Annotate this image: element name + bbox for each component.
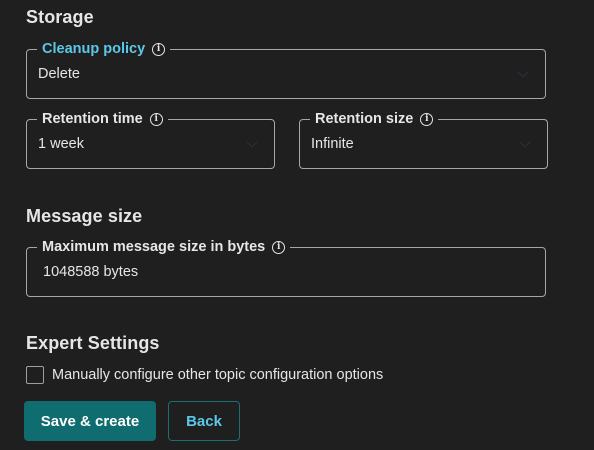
cleanup-policy-label: Cleanup policy (42, 41, 146, 57)
cleanup-policy-value: Delete (38, 66, 80, 82)
chevron-down-icon (246, 136, 258, 148)
manual-config-checkbox[interactable] (26, 366, 44, 384)
topic-create-form: Storage Cleanup policy i Delete Retentio… (0, 0, 594, 450)
chevron-down-icon (519, 136, 531, 148)
info-icon[interactable]: i (272, 240, 286, 254)
chevron-down-icon (517, 66, 529, 78)
retention-size-value: Infinite (311, 136, 354, 152)
info-icon[interactable]: i (149, 112, 163, 126)
cleanup-policy-label-group: Cleanup policy i (37, 40, 171, 58)
cleanup-policy-select[interactable]: Cleanup policy i Delete (26, 40, 546, 99)
max-message-size-label-group: Maximum message size in bytes i (37, 238, 291, 256)
back-button[interactable]: Back (168, 401, 240, 441)
storage-heading: Storage (26, 7, 94, 27)
retention-time-label: Retention time (42, 111, 143, 127)
retention-size-label: Retention size (315, 111, 414, 127)
max-message-size-label: Maximum message size in bytes (42, 239, 266, 255)
retention-time-select[interactable]: Retention time i 1 week (26, 110, 275, 169)
info-icon[interactable]: i (420, 112, 434, 126)
message-size-heading: Message size (26, 206, 143, 226)
retention-size-label-group: Retention size i (310, 110, 439, 128)
info-icon[interactable]: i (152, 42, 166, 56)
max-message-size-input[interactable]: Maximum message size in bytes i 1048588 … (26, 238, 546, 297)
retention-time-value: 1 week (38, 136, 84, 152)
expert-settings-heading: Expert Settings (26, 333, 160, 353)
manual-config-label[interactable]: Manually configure other topic configura… (52, 367, 383, 383)
retention-size-select[interactable]: Retention size i Infinite (299, 110, 548, 169)
retention-time-label-group: Retention time i (37, 110, 168, 128)
save-and-create-button[interactable]: Save & create (24, 401, 156, 441)
max-message-size-value[interactable]: 1048588 bytes (43, 264, 138, 280)
